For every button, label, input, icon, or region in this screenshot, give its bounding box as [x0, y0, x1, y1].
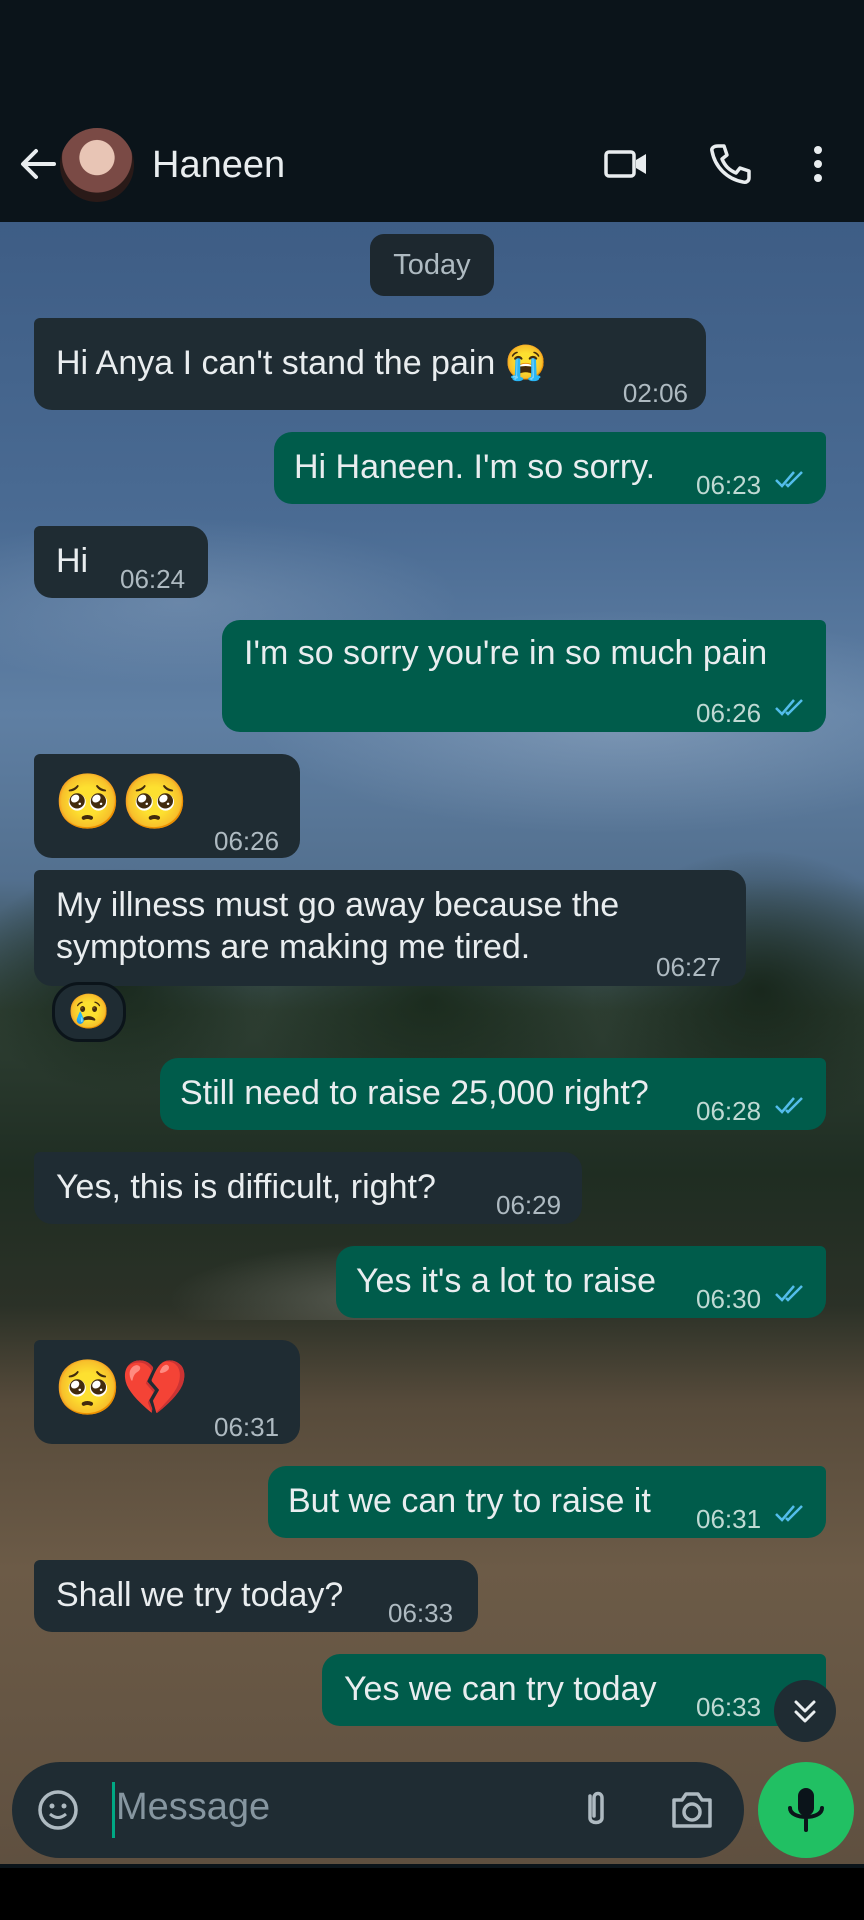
scroll-to-bottom-button[interactable]: [774, 1680, 836, 1742]
message-text: Yes it's a lot to raise: [356, 1262, 657, 1300]
arrow-left-icon[interactable]: [14, 140, 62, 188]
paperclip-icon[interactable]: [570, 1784, 622, 1836]
message-text: Hi: [56, 542, 89, 580]
loudly-crying-emoji: 😭: [504, 344, 548, 382]
message-incoming[interactable]: My illness must go away because the symp…: [34, 870, 746, 986]
message-text: Hi Anya I can't stand the pain: [56, 344, 496, 382]
chat-header: Haneen: [0, 110, 864, 222]
status-bar: [0, 0, 864, 110]
message-time: 06:26: [696, 698, 762, 728]
message-time: 06:31: [696, 1504, 762, 1534]
message-outgoing[interactable]: Yes it's a lot to raise 06:30: [336, 1246, 826, 1318]
message-incoming[interactable]: 🥺🥺 06:26: [34, 754, 300, 858]
message-time: 06:31: [214, 1412, 280, 1442]
message-incoming[interactable]: 🥺💔 06:31: [34, 1340, 300, 1444]
message-outgoing[interactable]: But we can try to raise it 06:31: [268, 1466, 826, 1538]
read-ticks-icon: [775, 1285, 803, 1302]
message-text: I'm so sorry you're in so much pain: [244, 634, 768, 672]
message-incoming[interactable]: Shall we try today? 06:33: [34, 1560, 478, 1632]
message-outgoing[interactable]: Yes we can try today 06:33: [322, 1654, 826, 1726]
crying-emoji: 😢: [67, 993, 111, 1031]
emoji-icon[interactable]: [32, 1784, 84, 1836]
message-time: 06:33: [696, 1692, 762, 1722]
message-incoming[interactable]: Hi Anya I can't stand the pain 😭 02:06: [34, 318, 706, 410]
message-incoming[interactable]: Yes, this is difficult, right? 06:29: [34, 1152, 582, 1224]
message-incoming[interactable]: Hi 06:24: [34, 526, 208, 598]
message-text: Shall we try today?: [56, 1576, 344, 1614]
message-time: 06:33: [388, 1598, 454, 1628]
read-ticks-icon: [775, 1505, 803, 1522]
message-text-line: symptoms are making me tired.: [56, 928, 531, 966]
date-chip: Today: [370, 234, 494, 296]
message-time: 06:27: [656, 952, 722, 982]
message-text: 🥺💔: [54, 1358, 189, 1418]
message-outgoing[interactable]: Hi Haneen. I'm so sorry. 06:23: [274, 432, 826, 504]
mic-button[interactable]: [758, 1762, 854, 1858]
message-text: But we can try to raise it: [288, 1482, 651, 1520]
read-ticks-icon: [775, 471, 803, 488]
system-nav-bar: [0, 1868, 864, 1920]
message-time: 06:23: [696, 470, 762, 500]
message-time: 06:28: [696, 1096, 762, 1126]
message-text: Yes, this is difficult, right?: [56, 1168, 436, 1206]
message-text: 🥺🥺: [54, 772, 189, 832]
message-text: Yes we can try today: [344, 1670, 657, 1708]
message-time: 02:06: [622, 378, 688, 408]
text-caret: [112, 1782, 115, 1838]
read-ticks-icon: [775, 699, 803, 716]
message-composer[interactable]: Message: [12, 1762, 744, 1858]
read-ticks-icon: [775, 1097, 803, 1114]
more-vert-icon[interactable]: [798, 140, 846, 188]
message-text-line: My illness must go away because the: [56, 886, 620, 924]
message-reaction[interactable]: 😢: [52, 982, 126, 1042]
mic-icon: [788, 1788, 824, 1832]
message-time: 06:24: [120, 564, 186, 594]
chevrons-down-icon: [794, 1700, 816, 1723]
message-input[interactable]: Message: [116, 1786, 270, 1829]
message-time: 06:29: [496, 1190, 562, 1220]
message-time: 06:30: [696, 1284, 762, 1314]
contact-name[interactable]: Haneen: [152, 144, 285, 187]
video-call-icon[interactable]: [602, 140, 650, 188]
message-outgoing[interactable]: Still need to raise 25,000 right? 06:28: [160, 1058, 826, 1130]
message-outgoing[interactable]: I'm so sorry you're in so much pain 06:2…: [222, 620, 826, 732]
message-time: 06:26: [214, 826, 280, 856]
camera-icon[interactable]: [666, 1784, 718, 1836]
message-text: Hi Haneen. I'm so sorry.: [294, 448, 656, 486]
phone-icon[interactable]: [706, 140, 754, 188]
avatar[interactable]: [60, 128, 134, 202]
message-text: Still need to raise 25,000 right?: [180, 1074, 649, 1112]
